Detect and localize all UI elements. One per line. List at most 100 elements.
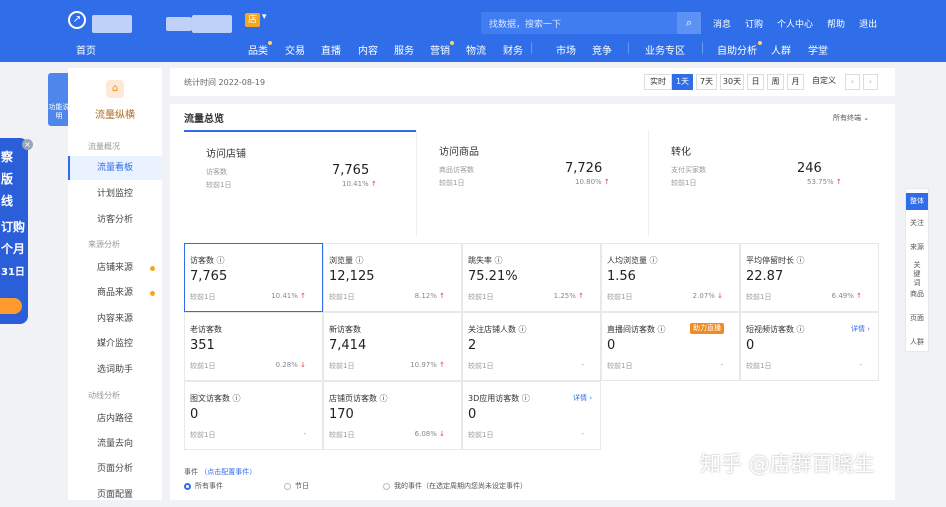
feature-guide-badge[interactable]: 功能说明 xyxy=(48,73,70,126)
anchor-tab-overall[interactable]: 整体 xyxy=(906,193,928,210)
nav-item[interactable]: 首页 xyxy=(76,42,96,57)
nav-item[interactable]: 交易 xyxy=(285,42,305,57)
sidebar-item-traffic-destination[interactable]: 流量去向 xyxy=(68,432,162,456)
nav-item[interactable]: 市场 xyxy=(556,42,576,57)
nav-item[interactable]: 物流 xyxy=(466,42,486,57)
metric-title-text: 访客数 xyxy=(190,256,214,265)
metric-card[interactable]: 3D应用访客数 ⓘ 详情 › 0 较前1日 - xyxy=(462,381,601,450)
anchor-tab-source[interactable]: 来源 xyxy=(906,243,928,252)
sidebar-item-page-analysis[interactable]: 页面分析 xyxy=(68,457,162,481)
details-link[interactable]: 详情 › xyxy=(573,393,592,403)
info-icon[interactable]: ⓘ xyxy=(658,325,666,334)
info-icon[interactable]: ⓘ xyxy=(797,325,805,334)
close-icon[interactable]: × xyxy=(22,139,33,150)
chevron-down-icon[interactable]: ▾ xyxy=(262,12,267,22)
metric-card[interactable]: 浏览量 ⓘ 12,125 较前1日 8.12% ↑ xyxy=(323,243,462,312)
metric-change: 8.12% ↑ xyxy=(415,292,445,300)
info-icon[interactable]: ⓘ xyxy=(522,394,530,403)
next-icon[interactable]: › xyxy=(863,74,878,90)
promo-banner[interactable]: 察 版 线 订购 个月 31日 xyxy=(0,138,28,324)
top-link-help[interactable]: 帮助 xyxy=(827,17,845,30)
anchor-tab-product[interactable]: 商品 xyxy=(906,290,928,299)
top-link-order[interactable]: 订购 xyxy=(745,17,763,30)
period-month-button[interactable]: 月 xyxy=(787,74,804,90)
terminal-select-value: 所有终端 xyxy=(833,114,861,122)
info-icon[interactable]: ⓘ xyxy=(797,256,805,265)
top-link-profile[interactable]: 个人中心 xyxy=(777,17,813,30)
metric-card[interactable]: 店铺页访客数 ⓘ 170 较前1日 6.08% ↓ xyxy=(323,381,462,450)
info-icon[interactable]: ⓘ xyxy=(380,394,388,403)
period-custom-button[interactable]: 自定义 xyxy=(806,74,842,90)
metric-card[interactable]: 关注店铺人数 ⓘ 2 较前1日 - xyxy=(462,312,601,381)
sidebar-item-store-path[interactable]: 店内路径 xyxy=(68,407,162,431)
anchor-tab-page[interactable]: 页面 xyxy=(906,314,928,323)
period-7day-button[interactable]: 7天 xyxy=(696,74,717,90)
terminal-select[interactable]: 所有终端 ⌄ xyxy=(833,113,869,123)
anchor-tab-crowd[interactable]: 人群 xyxy=(906,338,928,347)
sidebar-item-shop-source[interactable]: 店铺来源 xyxy=(68,256,162,280)
period-realtime-button[interactable]: 实时 xyxy=(644,74,672,90)
period-30day-button[interactable]: 30天 xyxy=(720,74,744,90)
nav-item[interactable]: 内容 xyxy=(358,42,378,57)
metric-card[interactable]: 图文访客数 ⓘ 0 较前1日 - xyxy=(184,381,323,450)
logo-icon[interactable]: ↗ xyxy=(68,11,86,29)
summary-card-product[interactable]: 访问商品 商品访客数 7,726 较前1日 10.80% ↑ xyxy=(416,130,648,236)
metric-card[interactable]: 平均停留时长 ⓘ 22.87 较前1日 6.49% ↑ xyxy=(740,243,879,312)
anchor-tab-keyword[interactable]: 关键词 xyxy=(906,261,928,288)
metric-card[interactable]: 人均浏览量 ⓘ 1.56 较前1日 2.07% ↓ xyxy=(601,243,740,312)
nav-item[interactable]: 财务 xyxy=(503,42,523,57)
metric-compare: 较前1日 xyxy=(190,293,216,301)
metric-card[interactable]: 直播间访客数 ⓘ 助力直播 0 较前1日 - xyxy=(601,312,740,381)
nav-item[interactable]: 竞争 xyxy=(592,42,612,57)
info-icon[interactable]: ⓘ xyxy=(519,325,527,334)
radio-holidays[interactable]: 节日 xyxy=(284,481,309,491)
info-icon[interactable]: ⓘ xyxy=(233,394,241,403)
metric-title-text: 3D应用访客数 xyxy=(468,394,520,403)
live-boost-tag[interactable]: 助力直播 xyxy=(690,323,724,334)
sidebar-item-content-source[interactable]: 内容来源 xyxy=(68,307,162,331)
sidebar-item-visitor-analysis[interactable]: 访客分析 xyxy=(68,208,162,232)
period-week-button[interactable]: 周 xyxy=(767,74,784,90)
metric-card[interactable]: 跳失率 ⓘ 75.21% 较前1日 1.25% ↑ xyxy=(462,243,601,312)
details-link[interactable]: 详情 › xyxy=(851,324,870,334)
radio-my-events[interactable]: 我的事件（在选定周期内您尚未设定事件） xyxy=(383,481,527,491)
nav-item[interactable]: 学堂 xyxy=(808,42,828,57)
nav-item[interactable]: 营销 xyxy=(430,42,450,57)
nav-item[interactable]: 人群 xyxy=(771,42,791,57)
top-link-logout[interactable]: 退出 xyxy=(859,17,877,30)
sidebar-item-product-source[interactable]: 商品来源 xyxy=(68,281,162,305)
period-day-button[interactable]: 日 xyxy=(747,74,764,90)
nav-item[interactable]: 直播 xyxy=(321,42,341,57)
metric-change-pct: 1.25% xyxy=(553,292,576,300)
sidebar-item-keyword-helper[interactable]: 选词助手 xyxy=(68,358,162,382)
metric-card[interactable]: 访客数 ⓘ 7,765 较前1日 10.41% ↑ xyxy=(184,243,323,312)
sidebar-item-page-config[interactable]: 页面配置 xyxy=(68,483,162,507)
nav-item[interactable]: 业务专区 xyxy=(645,42,685,57)
events-label-text: 事件 xyxy=(184,468,198,476)
search-icon[interactable]: ⌕ xyxy=(677,12,701,34)
metric-card[interactable]: 新访客数 7,414 较前1日 10.97% ↑ xyxy=(323,312,462,381)
nav-item[interactable]: 自助分析 xyxy=(717,42,757,57)
summary-card-conversion[interactable]: 转化 支付买家数 246 较前1日 53.75% ↑ xyxy=(648,130,880,236)
metric-card[interactable]: 老访客数 351 较前1日 0.28% ↓ xyxy=(184,312,323,381)
info-icon[interactable]: ⓘ xyxy=(217,256,225,265)
summary-card-shop[interactable]: 访问店铺 访客数 7,765 较前1日 10.41% ↑ xyxy=(184,130,416,236)
metric-card[interactable]: 短视频访客数 ⓘ 详情 › 0 较前1日 - xyxy=(740,312,879,381)
promo-button[interactable] xyxy=(0,298,22,314)
top-link-message[interactable]: 消息 xyxy=(713,17,731,30)
info-icon[interactable]: ⓘ xyxy=(356,256,364,265)
sidebar-item-plan-monitor[interactable]: 计划监控 xyxy=(68,182,162,206)
radio-all-events[interactable]: 所有事件 xyxy=(184,481,223,491)
metric-title: 老访客数 xyxy=(190,324,222,335)
info-icon[interactable]: ⓘ xyxy=(495,256,503,265)
config-events-link[interactable]: （点击配置事件） xyxy=(200,468,256,476)
sidebar-item-traffic-board[interactable]: 流量看板 xyxy=(68,156,162,180)
prev-icon[interactable]: ‹ xyxy=(845,74,860,90)
nav-item[interactable]: 品类 xyxy=(248,42,268,57)
info-icon[interactable]: ⓘ xyxy=(650,256,658,265)
period-1day-button[interactable]: 1天 xyxy=(672,74,693,90)
nav-item[interactable]: 服务 xyxy=(394,42,414,57)
anchor-tab-follow[interactable]: 关注 xyxy=(906,219,928,228)
sidebar-item-media-monitor[interactable]: 媒介监控 xyxy=(68,332,162,356)
search-input[interactable]: 找数据，搜索一下 ⌕ xyxy=(481,12,701,34)
